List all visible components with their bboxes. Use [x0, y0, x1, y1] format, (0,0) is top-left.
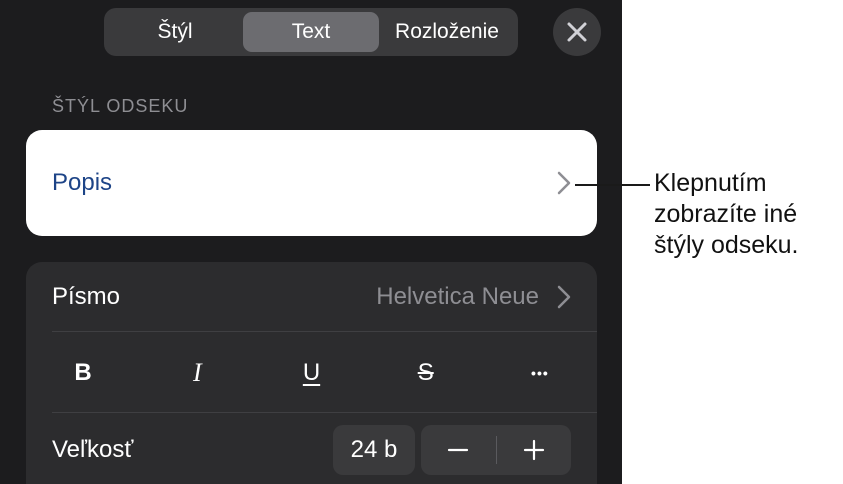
bold-button[interactable]: B: [26, 343, 140, 403]
format-tabs: Štýl Text Rozloženie: [104, 8, 518, 56]
callout-line-2: zobrazíte iné: [654, 200, 798, 228]
callout-line-1: Klepnutím: [654, 169, 767, 197]
minus-icon: [448, 448, 469, 452]
close-icon: [567, 22, 587, 42]
chevron-right-icon: [557, 171, 571, 195]
more-options-button[interactable]: •••: [483, 343, 597, 403]
size-stepper: [421, 425, 571, 475]
screenshot-stage: Štýl Text Rozloženie ŠTÝL ODSEKU Popis P…: [0, 0, 843, 484]
decrease-size-button[interactable]: [421, 425, 496, 475]
text-format-group: Písmo Helvetica Neue B I U S ••• Veľkosť…: [26, 262, 597, 484]
italic-button[interactable]: I: [140, 343, 254, 403]
paragraph-style-name: Popis: [52, 169, 113, 196]
more-options-label: •••: [531, 364, 549, 381]
callout-line: [575, 184, 650, 186]
font-label: Písmo: [52, 282, 121, 310]
callout-text: Klepnutím zobrazíte iné štýly odseku.: [654, 168, 840, 261]
format-panel: Štýl Text Rozloženie ŠTÝL ODSEKU Popis P…: [0, 0, 622, 484]
size-label: Veľkosť: [52, 436, 134, 463]
format-buttons-row: B I U S •••: [52, 333, 597, 413]
strikethrough-label: S: [417, 358, 434, 386]
callout-line-3: štýly odseku.: [654, 231, 799, 259]
size-value-field[interactable]: 24 b: [333, 425, 415, 475]
italic-label: I: [192, 357, 202, 387]
tab-text[interactable]: Text: [243, 12, 379, 52]
strikethrough-button[interactable]: S: [369, 343, 483, 403]
plus-icon: [523, 439, 544, 461]
font-row[interactable]: Písmo Helvetica Neue: [52, 262, 597, 332]
tab-layout[interactable]: Rozloženie: [379, 12, 515, 52]
increase-size-button[interactable]: [497, 425, 572, 475]
size-value: 24 b: [350, 436, 398, 463]
close-button[interactable]: [553, 8, 601, 56]
font-value: Helvetica Neue: [376, 282, 539, 310]
paragraph-style-button[interactable]: Popis: [26, 130, 597, 236]
underline-button[interactable]: U: [254, 343, 368, 403]
section-label: ŠTÝL ODSEKU: [52, 96, 189, 116]
chevron-right-icon: [557, 285, 571, 308]
underline-label: U: [302, 358, 321, 386]
tab-style[interactable]: Štýl: [107, 12, 243, 52]
size-row: Veľkosť 24 b: [52, 414, 597, 484]
bold-label: B: [74, 358, 92, 386]
